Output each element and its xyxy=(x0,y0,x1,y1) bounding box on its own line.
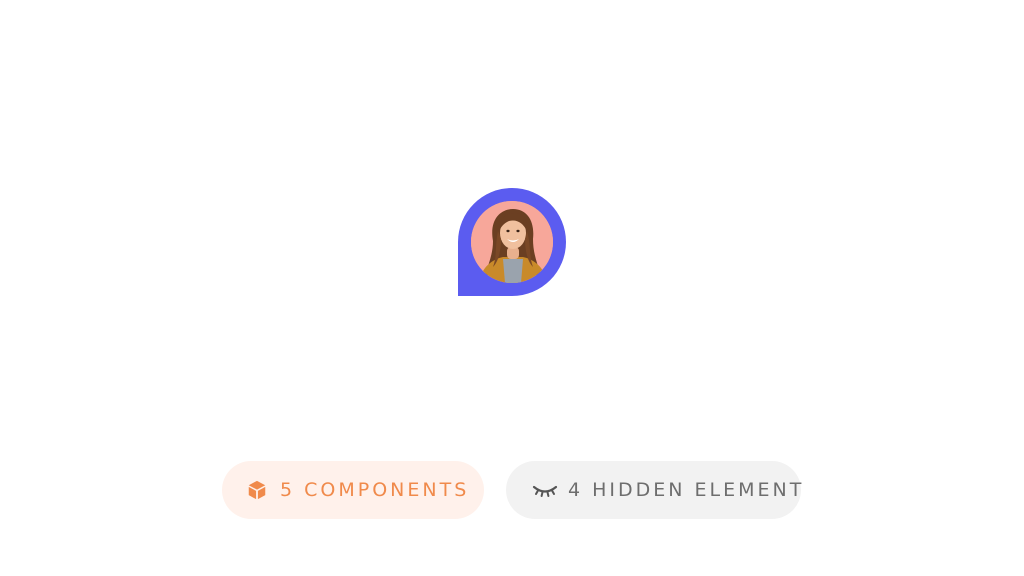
avatar[interactable] xyxy=(471,201,553,283)
cube-icon xyxy=(246,479,268,501)
avatar-location-marker[interactable] xyxy=(458,188,566,296)
components-count-label: 5 COMPONENTS xyxy=(280,479,470,501)
components-count-badge[interactable]: 5 COMPONENTS xyxy=(222,461,484,519)
avatar-photo xyxy=(471,201,553,283)
hidden-elements-label: 4 HIDDEN ELEMENT xyxy=(568,479,805,501)
hidden-elements-badge[interactable]: 4 HIDDEN ELEMENT xyxy=(506,461,801,519)
canvas: 5 COMPONENTS 4 HIDDEN ELEMENT xyxy=(0,0,1024,576)
eye-closed-icon xyxy=(532,479,558,501)
